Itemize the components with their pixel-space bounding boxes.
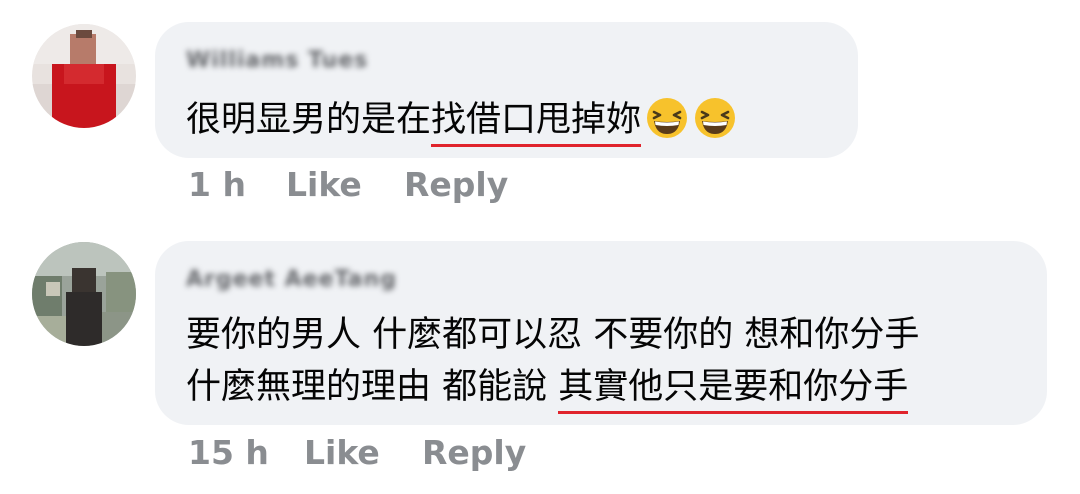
underlined-text: 其實他只是要和你分手 — [558, 367, 909, 414]
timestamp-link[interactable]: 15 h — [188, 433, 269, 472]
like-button[interactable]: Like — [304, 433, 380, 472]
comment-text: 要你的男人 什麼都可以忍 不要你的 想和你分手 — [186, 315, 920, 355]
comment-2: Argeet AeeTang 要你的男人 什麼都可以忍 不要你的 想和你分手 什… — [0, 0, 1080, 494]
comment-text-line: 要你的男人 什麼都可以忍 不要你的 想和你分手 — [186, 313, 919, 357]
comment-meta: 15 h Like Reply — [188, 433, 608, 477]
comment-bubble: Argeet AeeTang 要你的男人 什麼都可以忍 不要你的 想和你分手 什… — [155, 241, 1047, 425]
avatar-image — [32, 242, 136, 346]
avatar[interactable] — [32, 242, 136, 346]
comment-author[interactable]: Argeet AeeTang — [186, 267, 397, 293]
comment-text: 什麼無理的理由 都能說 — [186, 367, 559, 407]
reply-button[interactable]: Reply — [422, 433, 526, 472]
comment-text-line: 什麼無理的理由 都能說 其實他只是要和你分手 — [186, 365, 909, 414]
